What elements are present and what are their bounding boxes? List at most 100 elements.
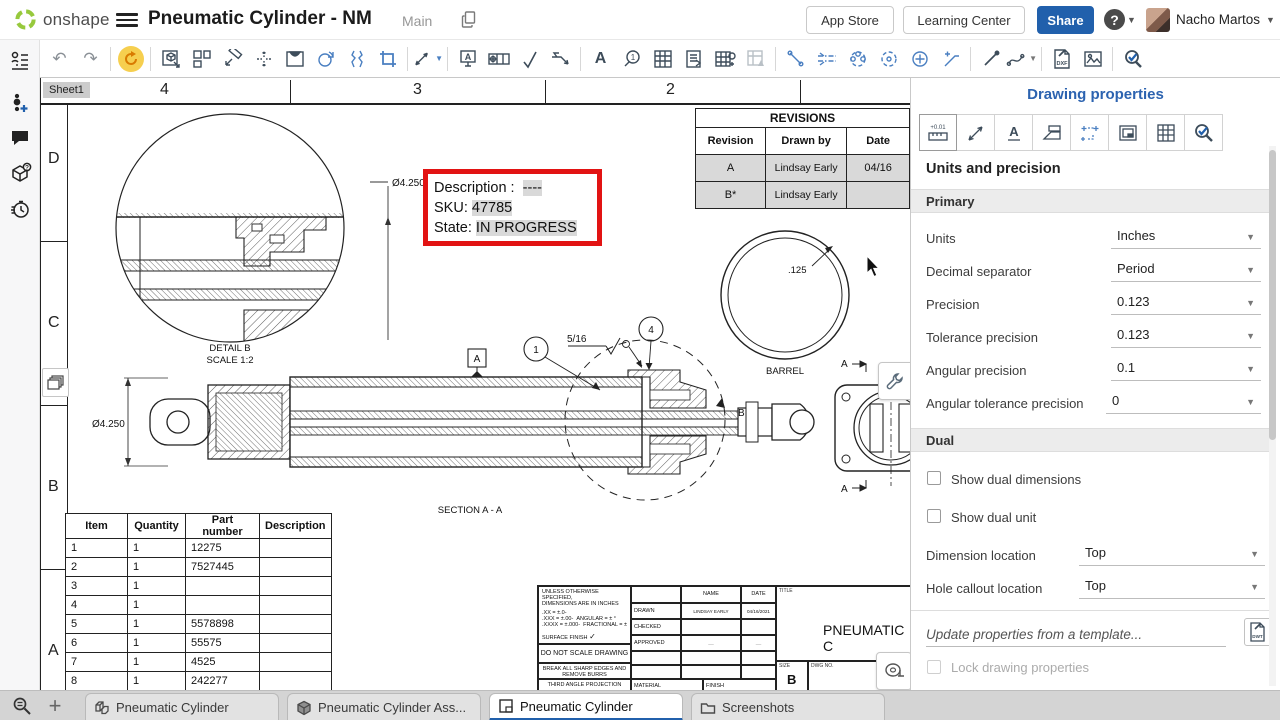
- template-file-button[interactable]: DWT: [1244, 618, 1272, 646]
- panel-scrollbar-thumb[interactable]: [1269, 150, 1276, 440]
- chamfer-dimension-button[interactable]: [935, 44, 966, 74]
- app-store-button[interactable]: App Store: [806, 6, 894, 34]
- tab-search-button[interactable]: [8, 694, 36, 718]
- balloon-button[interactable]: 1: [616, 44, 647, 74]
- tab-text[interactable]: A: [995, 114, 1033, 151]
- section-dimension[interactable]: Ø4.250: [92, 419, 125, 430]
- user-menu[interactable]: Nacho Martos ▼: [1176, 12, 1275, 27]
- insert-tab-button[interactable]: +: [42, 691, 68, 720]
- redo-button[interactable]: ↷: [75, 44, 106, 74]
- history-button[interactable]: [7, 195, 33, 221]
- help-menu[interactable]: ? ▼: [1104, 9, 1136, 30]
- crop-view-button[interactable]: [372, 44, 403, 74]
- tab-views[interactable]: [1033, 114, 1071, 151]
- primary-section-header[interactable]: Primary: [911, 189, 1269, 213]
- revisions-table[interactable]: REVISIONS Revision Drawn by Date A Linds…: [695, 108, 910, 209]
- balloon-4[interactable]: 4: [648, 325, 654, 336]
- precision-dropdown[interactable]: 0.123▼: [1111, 291, 1261, 315]
- surface-finish-button[interactable]: [514, 44, 545, 74]
- export-dxf-button[interactable]: DXF: [1046, 44, 1077, 74]
- angular-precision-dropdown[interactable]: 0.1▼: [1111, 357, 1261, 381]
- line-button[interactable]: [975, 44, 1006, 74]
- section-view-label[interactable]: SECTION A - A: [438, 505, 503, 516]
- text-button[interactable]: A: [585, 44, 616, 74]
- dual-section-header[interactable]: Dual: [911, 428, 1269, 452]
- section-view-button[interactable]: [279, 44, 310, 74]
- custom-annotation-note[interactable]: Description : ---- SKU: 47785 State: IN …: [423, 169, 602, 246]
- item-row[interactable]: 6155575: [66, 634, 332, 653]
- table-button[interactable]: [647, 44, 678, 74]
- center-mark-pattern-button[interactable]: [842, 44, 873, 74]
- versions-button[interactable]: [7, 90, 33, 116]
- dimension-button[interactable]: ▼: [412, 44, 443, 74]
- centerline-two-points-button[interactable]: [780, 44, 811, 74]
- tab-part-studio[interactable]: Pneumatic Cylinder: [85, 693, 279, 720]
- hole-callout-location-dropdown[interactable]: Top▼: [1079, 575, 1265, 599]
- detail-view-label[interactable]: DETAIL B: [209, 343, 250, 354]
- item-row[interactable]: 714525: [66, 653, 332, 672]
- revisions-row[interactable]: B* Lindsay Early: [696, 182, 910, 209]
- hole-table-button[interactable]: [709, 44, 740, 74]
- panel-scrollbar[interactable]: [1269, 146, 1276, 686]
- bom-table-button[interactable]: [678, 44, 709, 74]
- tab-sheet[interactable]: [1109, 114, 1147, 151]
- barrel-dimension[interactable]: .125: [788, 265, 807, 276]
- item-table[interactable]: Item Quantity Part number Description 11…: [65, 513, 332, 690]
- check-drawing-button[interactable]: [1117, 44, 1148, 74]
- tab-units-precision[interactable]: +0.01: [919, 114, 957, 151]
- note-button[interactable]: A: [452, 44, 483, 74]
- center-mark-circle-button[interactable]: [873, 44, 904, 74]
- tab-quality[interactable]: [1185, 114, 1223, 151]
- units-dropdown[interactable]: Inches▼: [1111, 225, 1261, 249]
- weld-symbol-button[interactable]: [545, 44, 576, 74]
- show-dual-unit-checkbox[interactable]: [927, 509, 941, 523]
- item-row[interactable]: 31: [66, 577, 332, 596]
- avatar[interactable]: [1146, 8, 1170, 32]
- share-button[interactable]: Share: [1037, 6, 1094, 34]
- centerline-button[interactable]: [811, 44, 842, 74]
- detail-dimension[interactable]: Ø4.250: [392, 178, 425, 189]
- balloon-1[interactable]: 1: [533, 345, 539, 356]
- insert-view-button[interactable]: [155, 44, 186, 74]
- spline-button[interactable]: ▼: [1006, 44, 1037, 74]
- move-view-button[interactable]: [248, 44, 279, 74]
- update-from-template-link[interactable]: Update properties from a template...: [926, 627, 1226, 647]
- revisions-row[interactable]: A Lindsay Early 04/16: [696, 155, 910, 182]
- tab-drawing-active[interactable]: Pneumatic Cylinder: [489, 693, 683, 720]
- tab-assembly[interactable]: Pneumatic Cylinder Ass...: [287, 693, 481, 720]
- item-row[interactable]: 217527445: [66, 558, 332, 577]
- finish-callout[interactable]: 5/16: [567, 334, 587, 345]
- tab-tables[interactable]: [1147, 114, 1185, 151]
- workspace-name[interactable]: Main: [402, 13, 432, 29]
- datum-label[interactable]: A: [474, 354, 481, 365]
- comments-button[interactable]: [7, 125, 33, 151]
- measure-tool-button[interactable]: [876, 652, 910, 690]
- title-block[interactable]: UNLESS OTHERWISE SPECIFIED, DIMENSIONS A…: [537, 585, 910, 690]
- onshape-logo[interactable]: onshape: [14, 8, 110, 31]
- barrel-label[interactable]: BARREL: [766, 366, 804, 377]
- center-mark-button[interactable]: [904, 44, 935, 74]
- projected-view-button[interactable]: [186, 44, 217, 74]
- update-views-button[interactable]: [115, 44, 146, 74]
- insert-image-button[interactable]: [1077, 44, 1108, 74]
- feature-list-button[interactable]: [7, 48, 33, 74]
- learning-center-button[interactable]: Learning Center: [903, 6, 1025, 34]
- tab-screenshots-folder[interactable]: Screenshots: [691, 693, 885, 720]
- dimension-location-dropdown[interactable]: Top▼: [1079, 542, 1265, 566]
- broken-view-button[interactable]: [341, 44, 372, 74]
- item-row[interactable]: 515578898: [66, 615, 332, 634]
- geometric-tolerance-button[interactable]: [483, 44, 514, 74]
- undo-button[interactable]: ↶: [44, 44, 75, 74]
- copy-document-icon[interactable]: [460, 10, 479, 30]
- item-row[interactable]: 1112275: [66, 539, 332, 558]
- help-box-button[interactable]: ?: [7, 160, 33, 186]
- detail-view-button[interactable]: [310, 44, 341, 74]
- item-row[interactable]: 41: [66, 596, 332, 615]
- item-row[interactable]: 81242277: [66, 672, 332, 691]
- decimal-separator-dropdown[interactable]: Period▼: [1111, 258, 1261, 282]
- angular-tolerance-precision-dropdown[interactable]: 0▼: [1106, 390, 1261, 414]
- menu-icon[interactable]: [116, 10, 138, 30]
- tolerance-precision-dropdown[interactable]: 0.123▼: [1111, 324, 1261, 348]
- context-wrench-button[interactable]: [878, 362, 910, 400]
- show-dual-dimensions-checkbox[interactable]: [927, 471, 941, 485]
